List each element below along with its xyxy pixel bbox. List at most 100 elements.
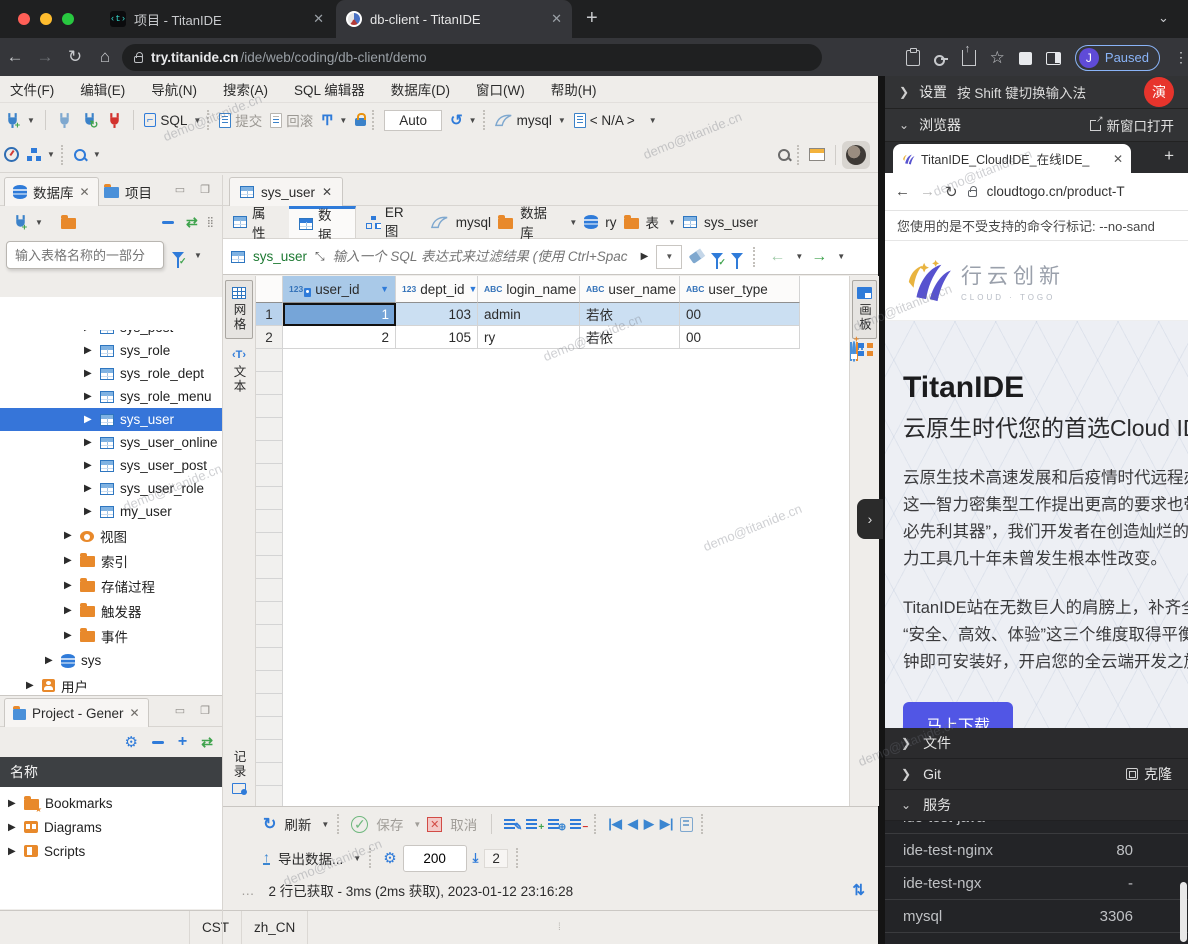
search-button[interactable]: ▼: [69, 148, 105, 162]
minimize-window-button[interactable]: [40, 13, 52, 25]
new-connection-button[interactable]: + ▼: [0, 112, 39, 129]
tree-item-table[interactable]: ▶my_user: [0, 500, 222, 523]
clipboard-icon[interactable]: [906, 50, 920, 66]
link-editor-icon[interactable]: ⇄: [186, 214, 195, 231]
demo-badge[interactable]: 演: [1144, 77, 1174, 107]
preview-url[interactable]: cloudtogo.cn/product-T: [987, 184, 1125, 199]
last-page-icon[interactable]: ▶|: [660, 816, 674, 832]
preview-back-icon[interactable]: ←: [895, 183, 910, 200]
edit-row-icon[interactable]: ✎: [504, 818, 520, 831]
panel-minmax-buttons[interactable]: ▭ ❐: [175, 704, 216, 717]
open-new-window-button[interactable]: 新窗口打开: [1090, 115, 1175, 135]
tree-item-table[interactable]: ▶sys_role_dept: [0, 362, 222, 385]
corner-cell[interactable]: [256, 276, 283, 303]
bookmark-star-icon[interactable]: ☆: [990, 48, 1005, 68]
autocommit-lock-button[interactable]: [351, 114, 370, 126]
rollback-button[interactable]: 回滚: [266, 110, 317, 130]
tree-item-users[interactable]: ▶用户: [0, 673, 222, 695]
row-number[interactable]: 1: [256, 303, 283, 326]
browser-section-header[interactable]: ⌄ 浏览器 新窗口打开: [885, 109, 1188, 142]
new-sql-editor-button[interactable]: ⌐ SQL ▼: [140, 113, 205, 128]
connect-button[interactable]: [52, 112, 77, 129]
address-bar[interactable]: try.titanide.cn /ide/web/coding/db-clien…: [122, 44, 822, 71]
profile-chip[interactable]: J Paused: [1075, 45, 1160, 71]
tree-item-events[interactable]: ▶事件: [0, 623, 222, 648]
menu-edit[interactable]: 编辑(E): [80, 79, 125, 99]
dialect-select[interactable]: mysql ▼: [491, 113, 570, 128]
collapse-all-icon[interactable]: [162, 221, 174, 224]
close-icon[interactable]: ✕: [80, 185, 90, 199]
panel-expander-button[interactable]: ›: [857, 499, 883, 539]
editor-tab-sys-user[interactable]: sys_user ✕: [229, 177, 343, 206]
presentation-text-tab[interactable]: ‹T›文本: [225, 343, 253, 400]
tree-item-indexes[interactable]: ▶索引: [0, 548, 222, 573]
filter-icon[interactable]: [731, 253, 743, 260]
git-section-header[interactable]: ❯ Git 克隆: [885, 759, 1188, 790]
install-icon[interactable]: [962, 50, 976, 66]
table-name[interactable]: sys_user: [704, 215, 758, 230]
dashboard-button[interactable]: [0, 147, 23, 162]
tree-item-views[interactable]: ▶视图: [0, 523, 222, 548]
menu-database[interactable]: 数据库(D): [391, 79, 450, 99]
next-page-icon[interactable]: ▶: [644, 816, 654, 832]
tree-item-sys-db[interactable]: ▶sys: [0, 648, 222, 673]
cell-user-name[interactable]: 若依: [580, 303, 680, 326]
sql-filter-input[interactable]: [333, 249, 633, 264]
close-window-button[interactable]: [18, 13, 30, 25]
list-item-diagrams[interactable]: ▶Diagrams: [0, 815, 222, 839]
preview-tab[interactable]: TitanIDE_CloudIDE_在线IDE_ ✕: [893, 144, 1131, 173]
cell-dept-id[interactable]: 103: [396, 303, 478, 326]
password-key-icon[interactable]: [934, 50, 948, 66]
nav-forward-icon[interactable]: →: [811, 248, 827, 266]
files-section-header[interactable]: ❯ 文件: [885, 728, 1188, 759]
table-label[interactable]: 表: [646, 212, 660, 232]
more-status-icon[interactable]: …: [241, 883, 255, 898]
save-button[interactable]: 保存: [374, 814, 405, 834]
database-label[interactable]: 数据库: [520, 202, 560, 242]
close-tab-icon[interactable]: ✕: [551, 11, 562, 27]
close-tab-icon[interactable]: ✕: [313, 11, 324, 27]
tree-item-triggers[interactable]: ▶触发器: [0, 598, 222, 623]
service-row[interactable]: ide-test-nginx 80: [885, 834, 1188, 867]
txn-history-button[interactable]: ↺▼: [446, 111, 481, 129]
tree-item-table[interactable]: ▶sys_role: [0, 339, 222, 362]
autocommit-mode-select[interactable]: Auto: [384, 110, 442, 131]
menu-sql-editor[interactable]: SQL 编辑器: [294, 79, 365, 99]
fetch-size-input[interactable]: [403, 845, 467, 872]
forward-icon[interactable]: →: [30, 47, 60, 67]
connection-name[interactable]: mysql: [456, 215, 491, 230]
scrollbar-thumb[interactable]: [1180, 882, 1187, 942]
cell-login-name[interactable]: admin: [478, 303, 580, 326]
tree-item-table[interactable]: ▶sys_user_post: [0, 454, 222, 477]
database-name[interactable]: ry: [605, 215, 616, 230]
user-avatar[interactable]: [842, 141, 870, 169]
menu-help[interactable]: 帮助(H): [551, 79, 597, 99]
export-button[interactable]: 导出数据...: [276, 848, 345, 868]
cell-user-id[interactable]: 1: [283, 303, 396, 326]
delete-row-icon[interactable]: −: [570, 818, 586, 831]
close-icon[interactable]: ✕: [322, 185, 332, 199]
value-panel-tab[interactable]: 画板: [852, 280, 877, 339]
services-section-header[interactable]: ⌄ 服务: [885, 790, 1188, 821]
home-icon[interactable]: ⌂: [90, 47, 120, 67]
back-icon[interactable]: ←: [0, 47, 30, 67]
new-connection-small-button[interactable]: + ▼: [8, 214, 47, 231]
reconnect-button[interactable]: ↻: [77, 112, 102, 129]
cell-user-type[interactable]: 00: [680, 303, 800, 326]
filter-save-icon[interactable]: ✓: [711, 253, 723, 260]
commit-button[interactable]: 提交: [215, 110, 266, 130]
tab-project[interactable]: 项目: [96, 177, 160, 206]
nav-back-icon[interactable]: ←: [769, 248, 785, 266]
eraser-icon[interactable]: [689, 249, 705, 264]
preview-reload-icon[interactable]: ↻: [945, 183, 958, 201]
new-tab-button[interactable]: +: [586, 8, 598, 28]
subtab-data[interactable]: 数据: [289, 206, 356, 238]
preview-new-tab-button[interactable]: +: [1164, 146, 1174, 166]
tree-item-table[interactable]: ▶sys_user_role: [0, 477, 222, 500]
duplicate-row-icon[interactable]: ⊕: [548, 818, 564, 831]
new-folder-button[interactable]: [57, 216, 80, 229]
tab-database[interactable]: 数据库 ✕: [4, 177, 99, 206]
network-button[interactable]: ▼: [23, 148, 59, 162]
tab-project-general[interactable]: Project - Gener ✕: [4, 698, 149, 727]
extensions-icon[interactable]: [1019, 52, 1032, 65]
